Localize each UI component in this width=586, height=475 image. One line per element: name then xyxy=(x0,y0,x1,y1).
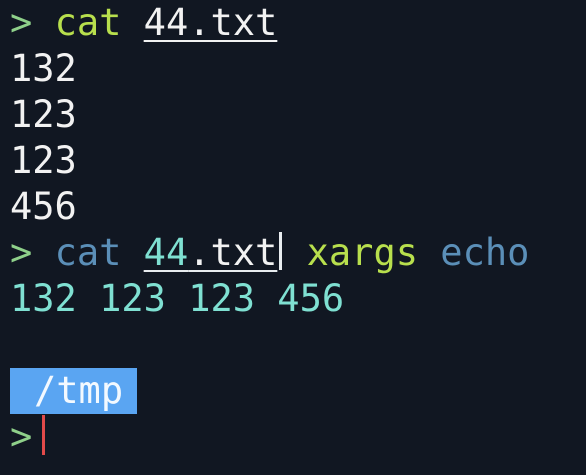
text-cursor xyxy=(279,232,283,270)
command-line-2: > cat 44.txt xargs echo xyxy=(10,230,586,276)
output-line: 456 xyxy=(10,185,77,228)
terminal-window[interactable]: > cat 44.txt 132 123 123 456 > cat 44.tx… xyxy=(0,0,586,475)
prompt-symbol: > xyxy=(10,231,33,274)
command-name: cat xyxy=(54,231,122,274)
pipe-argument: echo xyxy=(440,231,530,274)
output-line: 132 xyxy=(10,47,77,90)
output-line: 123 xyxy=(10,93,77,136)
input-line[interactable]: > xyxy=(10,414,586,460)
prompt-symbol: > xyxy=(10,1,33,44)
cwd-badge: /tmp xyxy=(10,368,138,414)
output-line: 132 123 123 456 xyxy=(10,277,345,320)
command-line-1: > cat 44.txt xyxy=(10,0,586,46)
file-name-highlight: 44 xyxy=(143,231,189,274)
input-cursor xyxy=(42,415,46,455)
file-extension: .txt xyxy=(188,231,278,274)
output-line: 123 xyxy=(10,139,77,182)
file-argument: 44.txt xyxy=(143,1,278,44)
file-argument: 44.txt xyxy=(144,231,278,274)
pipe-command: xargs xyxy=(306,231,419,274)
cwd-line: /tmp xyxy=(10,368,586,414)
prompt-symbol: > xyxy=(10,415,33,458)
command-name: cat xyxy=(54,1,122,44)
